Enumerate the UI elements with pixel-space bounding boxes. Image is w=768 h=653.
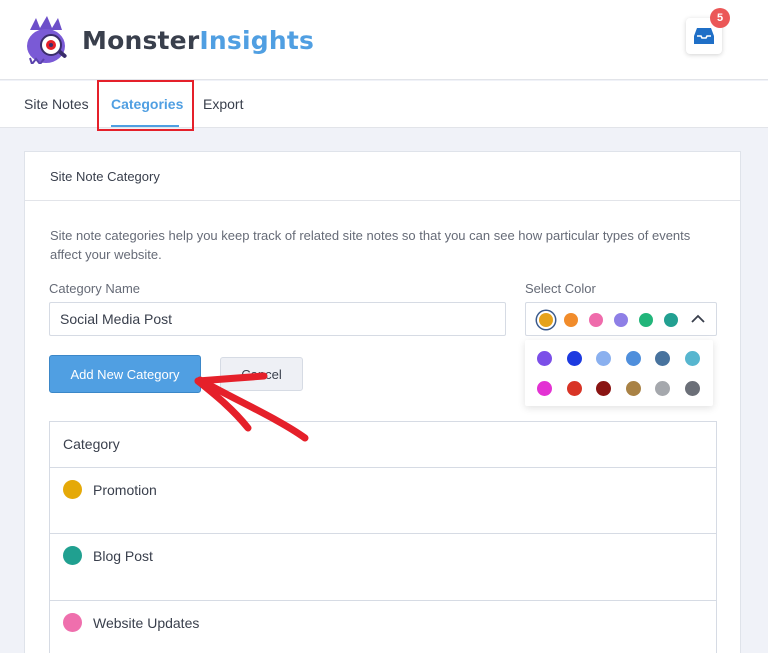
select-color-label: Select Color <box>525 281 596 296</box>
palette-color[interactable] <box>655 351 670 366</box>
card-title: Site Note Category <box>50 169 160 184</box>
category-table: Category Promotion Blog Post Website Upd… <box>49 421 717 653</box>
category-name: Blog Post <box>93 548 153 564</box>
palette-color[interactable] <box>685 381 700 396</box>
category-color-swatch <box>63 480 82 499</box>
color-select-dropdown[interactable] <box>525 302 717 336</box>
color-option[interactable] <box>664 313 678 327</box>
color-option[interactable] <box>639 313 653 327</box>
annotation-highlight-box <box>97 80 194 131</box>
category-name-input[interactable] <box>49 302 506 336</box>
palette-color[interactable] <box>537 381 552 396</box>
palette-color[interactable] <box>537 351 552 366</box>
card-divider <box>25 200 740 201</box>
palette-color[interactable] <box>626 381 641 396</box>
palette-color[interactable] <box>655 381 670 396</box>
category-color-swatch <box>63 546 82 565</box>
add-new-category-button[interactable]: Add New Category <box>49 355 201 393</box>
palette-color[interactable] <box>567 381 582 396</box>
card-description: Site note categories help you keep track… <box>50 228 691 262</box>
row-divider <box>50 533 716 534</box>
category-name: Promotion <box>93 482 157 498</box>
notification-badge: 5 <box>710 8 730 28</box>
row-divider <box>50 600 716 601</box>
cancel-button[interactable]: Cancel <box>220 357 303 391</box>
palette-color[interactable] <box>626 351 641 366</box>
color-option-selected[interactable] <box>539 313 553 327</box>
inbox-icon <box>694 28 714 44</box>
palette-color[interactable] <box>596 381 611 396</box>
color-option[interactable] <box>564 313 578 327</box>
tab-site-notes[interactable]: Site Notes <box>24 96 89 112</box>
table-header-category: Category <box>63 436 120 452</box>
color-option[interactable] <box>589 313 603 327</box>
category-color-swatch <box>63 613 82 632</box>
brand-part-2: Insights <box>199 26 315 55</box>
brand-part-1: Monster <box>82 26 200 55</box>
tab-export[interactable]: Export <box>203 96 243 112</box>
row-divider <box>50 467 716 468</box>
category-name: Website Updates <box>93 615 200 631</box>
brand-name: MonsterInsights <box>82 26 314 55</box>
color-option[interactable] <box>614 313 628 327</box>
monster-mascot-icon <box>27 16 67 64</box>
chevron-up-icon[interactable] <box>691 314 705 324</box>
category-name-label: Category Name <box>49 281 141 296</box>
palette-color[interactable] <box>596 351 611 366</box>
palette-color[interactable] <box>567 351 582 366</box>
app-header: MonsterInsights 5 <box>0 0 768 80</box>
color-palette-popover <box>525 340 713 406</box>
palette-color[interactable] <box>685 351 700 366</box>
